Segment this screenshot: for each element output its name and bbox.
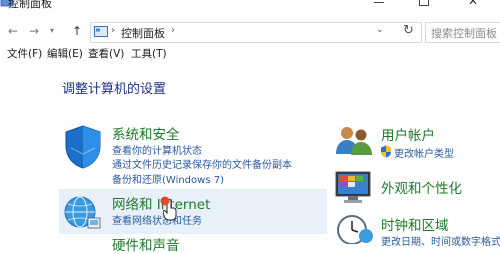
breadcrumb-separator-icon: › (111, 25, 115, 36)
title-bar: 控制面板 ✕ (0, 0, 500, 15)
window-title: 控制面板 (8, 0, 52, 10)
recent-locations-button[interactable]: ▾ (45, 21, 59, 41)
link-backup-restore[interactable]: 备份和还原(Windows 7) (112, 171, 224, 186)
maximize-button[interactable] (419, 0, 429, 6)
refresh-icon[interactable]: ↻ (403, 23, 414, 38)
category-system-security[interactable]: 系统和安全 (112, 123, 180, 143)
menu-view[interactable]: 查看(V) (88, 46, 124, 61)
user-accounts-icon[interactable] (334, 124, 374, 156)
category-hardware-sound[interactable]: 硬件和声音 (112, 234, 180, 254)
category-clock-region[interactable]: 时钟和区域 (381, 214, 449, 234)
search-placeholder: 搜索控制面板 (431, 27, 497, 40)
breadcrumb-separator-icon: › (171, 25, 175, 36)
back-button[interactable]: ← (6, 21, 20, 41)
link-view-computer-status[interactable]: 查看你的计算机状态 (112, 142, 202, 157)
shield-icon[interactable] (62, 124, 104, 170)
address-bar: ← → ▾ ↑ › 控制面板 › ⌄ ↻ 搜索控制面板 (0, 17, 500, 45)
link-network-status[interactable]: 查看网络状态和任务 (112, 212, 202, 227)
address-field[interactable]: › 控制面板 › ⌄ ↻ (90, 22, 422, 43)
clock-globe-icon[interactable] (334, 214, 374, 244)
chevron-down-icon[interactable]: ⌄ (376, 25, 384, 35)
page-title: 调整计算机的设置 (62, 82, 167, 97)
close-button[interactable]: ✕ (468, 0, 478, 8)
menu-tools[interactable]: 工具(T) (131, 46, 167, 61)
breadcrumb[interactable]: 控制面板 (121, 25, 165, 41)
monitor-palette-icon[interactable] (334, 170, 374, 206)
globe-network-icon[interactable] (62, 192, 102, 232)
menu-file[interactable]: 文件(F) (7, 46, 42, 61)
link-change-account-type[interactable]: 更改帐户类型 (394, 145, 454, 160)
category-appearance[interactable]: 外观和个性化 (381, 177, 462, 197)
up-button[interactable]: ↑ (70, 21, 84, 41)
click-indicator-icon (160, 196, 170, 206)
menu-bar: 文件(F) 编辑(E) 查看(V) 工具(T) (0, 45, 500, 62)
uac-shield-icon (381, 145, 391, 158)
control-panel-icon (94, 26, 108, 37)
minimize-button[interactable] (374, 2, 384, 3)
search-input[interactable]: 搜索控制面板 (425, 22, 500, 43)
menu-edit[interactable]: 编辑(E) (47, 46, 83, 61)
forward-button[interactable]: → (27, 21, 41, 41)
link-file-history[interactable]: 通过文件历史记录保存你的文件备份副本 (112, 156, 292, 171)
category-user-accounts[interactable]: 用户帐户 (381, 124, 435, 144)
